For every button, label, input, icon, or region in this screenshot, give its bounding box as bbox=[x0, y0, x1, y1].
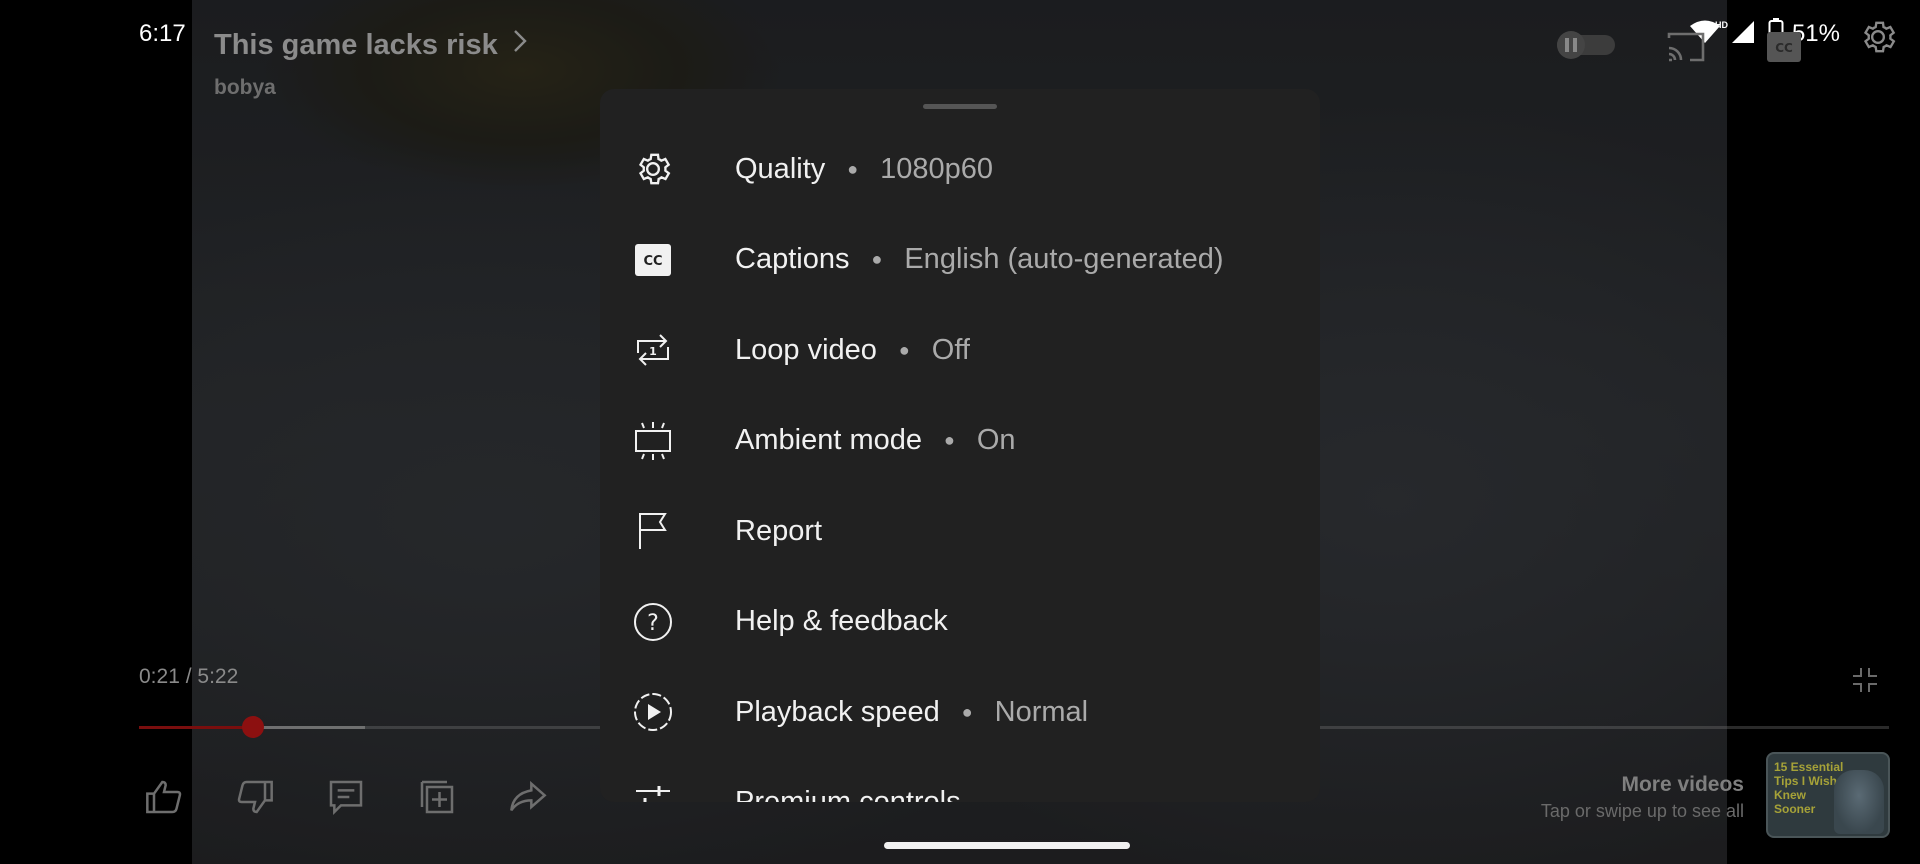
more-videos[interactable]: More videos Tap or swipe up to see all bbox=[1541, 773, 1744, 822]
separator-dot: ● bbox=[847, 158, 859, 179]
current-time: 0:21 bbox=[139, 665, 180, 688]
svg-text:?: ? bbox=[647, 611, 659, 636]
menu-label-quality: Quality bbox=[735, 152, 826, 185]
seek-played bbox=[139, 726, 254, 729]
settings-menu: Quality ● 1080p60 CC Captions ● English (aut… bbox=[600, 124, 1320, 802]
settings-gear-icon[interactable] bbox=[1858, 17, 1898, 62]
exit-fullscreen-icon[interactable] bbox=[1851, 666, 1879, 699]
svg-text:CC: CC bbox=[1775, 41, 1793, 55]
separator-dot: ● bbox=[944, 430, 955, 451]
more-videos-title: More videos bbox=[1621, 773, 1744, 796]
duration: 5:22 bbox=[197, 665, 239, 688]
status-time: 6:17 bbox=[139, 20, 186, 47]
menu-label-help: Help & feedback bbox=[735, 605, 948, 638]
playback-speed-icon bbox=[631, 690, 675, 734]
youtube-player-screen: 6:17 HD 51% This game lacks risk bobya C… bbox=[0, 0, 1920, 864]
menu-label-loop: Loop video bbox=[735, 333, 877, 366]
captions-toggle-icon[interactable]: CC bbox=[1767, 32, 1801, 67]
menu-item-report[interactable]: Report bbox=[600, 486, 1320, 577]
svg-text:1: 1 bbox=[649, 345, 657, 358]
svg-text:CC: CC bbox=[643, 254, 662, 269]
gear-icon bbox=[631, 147, 675, 191]
status-icons: HD 51% bbox=[1689, 14, 1920, 54]
like-icon[interactable] bbox=[139, 772, 189, 822]
sheet-drag-handle[interactable] bbox=[923, 104, 997, 109]
menu-item-captions[interactable]: CC Captions ● English (auto-generated) bbox=[600, 215, 1320, 306]
menu-item-ambient[interactable]: Ambient mode ● On bbox=[600, 396, 1320, 487]
cast-icon[interactable] bbox=[1666, 30, 1706, 69]
loop-icon: 1 bbox=[631, 328, 675, 372]
separator-dot: ● bbox=[871, 249, 883, 270]
save-to-playlist-icon[interactable] bbox=[412, 772, 462, 822]
cc-icon: CC bbox=[631, 238, 675, 282]
menu-item-quality[interactable]: Quality ● 1080p60 bbox=[600, 124, 1320, 215]
menu-item-loop[interactable]: 1 Loop video ● Off bbox=[600, 305, 1320, 396]
menu-label-captions: Captions bbox=[735, 243, 850, 276]
video-title[interactable]: This game lacks risk bbox=[214, 28, 528, 62]
thumbnail-figure bbox=[1834, 770, 1884, 834]
dislike-icon[interactable] bbox=[230, 772, 280, 822]
menu-label-ambient: Ambient mode bbox=[735, 424, 922, 457]
menu-item-help[interactable]: ? Help & feedback bbox=[600, 577, 1320, 668]
separator-dot: ● bbox=[961, 701, 973, 722]
video-title-text: This game lacks risk bbox=[214, 28, 498, 61]
share-icon[interactable] bbox=[503, 772, 553, 822]
settings-sheet: Quality ● 1080p60 CC Captions ● English (aut… bbox=[600, 89, 1320, 802]
menu-value-ambient: On bbox=[976, 424, 1016, 457]
menu-label-premium-controls: Premium controls bbox=[735, 786, 961, 802]
action-bar bbox=[139, 772, 553, 822]
seek-handle[interactable] bbox=[242, 716, 265, 738]
signal-icon bbox=[1730, 19, 1756, 50]
flag-icon bbox=[631, 509, 675, 553]
separator-dot: ● bbox=[898, 339, 910, 360]
more-videos-thumbnail[interactable]: 15 Essential Tips I Wish I Knew Sooner bbox=[1766, 752, 1890, 838]
autoplay-toggle[interactable] bbox=[1553, 28, 1619, 67]
channel-name[interactable]: bobya bbox=[214, 76, 276, 100]
comments-icon[interactable] bbox=[321, 772, 371, 822]
menu-label-report: Report bbox=[735, 514, 823, 547]
sliders-icon bbox=[631, 781, 675, 802]
more-videos-subtitle: Tap or swipe up to see all bbox=[1540, 801, 1744, 821]
menu-item-premium-controls[interactable]: Premium controls bbox=[600, 758, 1320, 802]
menu-label-playback-speed: Playback speed bbox=[735, 695, 940, 728]
menu-value-loop: Off bbox=[931, 333, 970, 366]
time-separator: / bbox=[179, 665, 198, 688]
menu-value-quality: 1080p60 bbox=[880, 152, 994, 185]
menu-value-playback-speed: Normal bbox=[994, 695, 1089, 728]
hd-badge: HD bbox=[1714, 20, 1728, 30]
home-indicator[interactable] bbox=[884, 842, 1130, 849]
ambient-icon bbox=[631, 419, 675, 463]
menu-item-playback-speed[interactable]: Playback speed ● Normal bbox=[600, 667, 1320, 758]
menu-value-captions: English (auto-generated) bbox=[904, 243, 1224, 276]
help-icon: ? bbox=[631, 600, 675, 644]
playback-time: 0:21 / 5:22 bbox=[139, 665, 238, 689]
chevron-right-icon bbox=[512, 28, 528, 62]
